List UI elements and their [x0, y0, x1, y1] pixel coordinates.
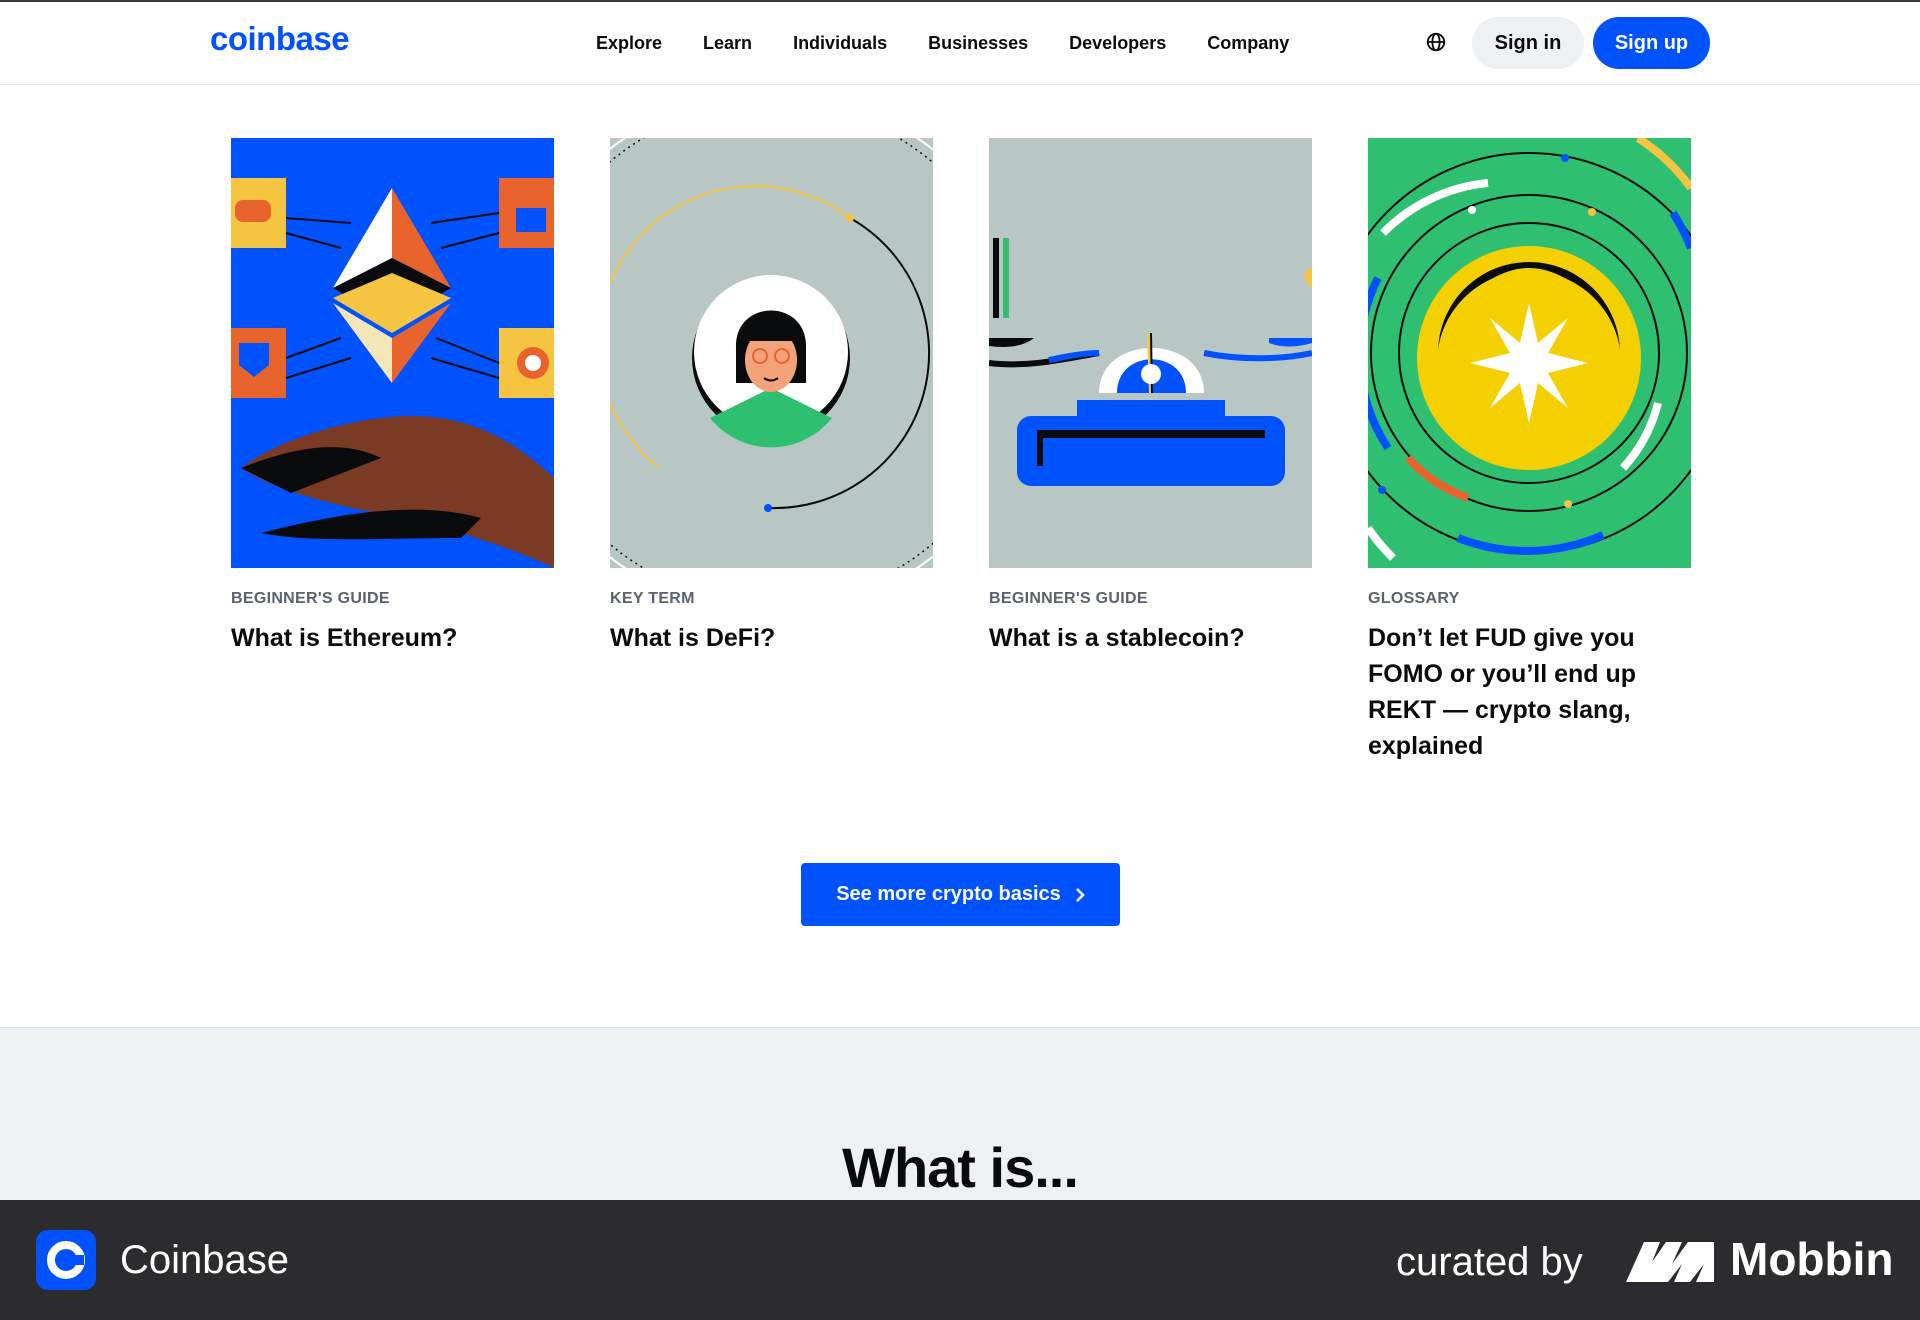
- nav-explore[interactable]: Explore: [596, 33, 662, 54]
- mobbin-brand: Mobbin: [1730, 1233, 1894, 1285]
- stablecoin-illustration: [989, 138, 1312, 568]
- nav-individuals[interactable]: Individuals: [793, 33, 887, 54]
- mobbin-footer-bar: Coinbase curated by Mobbin: [0, 1200, 1920, 1320]
- coinbase-app-icon: [36, 1230, 96, 1290]
- card-title[interactable]: Don’t let FUD give you FOMO or you’ll en…: [1368, 620, 1691, 764]
- see-more-crypto-basics-button[interactable]: See more crypto basics: [801, 863, 1120, 926]
- coinbase-logo[interactable]: coinbase: [210, 20, 350, 58]
- nav-learn[interactable]: Learn: [703, 33, 752, 54]
- card-category: BEGINNER'S GUIDE: [989, 590, 1148, 607]
- card-defi[interactable]: KEY TERM What is DeFi?: [610, 138, 933, 656]
- card-glossary[interactable]: GLOSSARY Don’t let FUD give you FOMO or …: [1368, 138, 1691, 764]
- nav-company[interactable]: Company: [1207, 33, 1289, 54]
- see-more-label: See more crypto basics: [836, 883, 1061, 905]
- section-title: What is...: [842, 1136, 1079, 1199]
- site-header: coinbase Explore Learn Individuals Busin…: [0, 2, 1920, 85]
- card-ethereum[interactable]: BEGINNER'S GUIDE What is Ethereum?: [231, 138, 554, 656]
- mobbin-logo-icon: [1626, 1242, 1714, 1282]
- nav-developers[interactable]: Developers: [1069, 33, 1166, 54]
- card-stablecoin[interactable]: BEGINNER'S GUIDE What is a stablecoin?: [989, 138, 1312, 656]
- globe-icon[interactable]: [1425, 31, 1447, 53]
- card-title[interactable]: What is Ethereum?: [231, 620, 554, 656]
- card-category: BEGINNER'S GUIDE: [231, 590, 390, 607]
- card-category: KEY TERM: [610, 590, 695, 607]
- sign-up-button[interactable]: Sign up: [1593, 17, 1710, 69]
- ethereum-illustration: [231, 138, 554, 568]
- chevron-right-icon: [1075, 887, 1085, 902]
- sign-in-button[interactable]: Sign in: [1472, 17, 1584, 69]
- nav-businesses[interactable]: Businesses: [928, 33, 1028, 54]
- card-category: GLOSSARY: [1368, 590, 1460, 607]
- card-title[interactable]: What is a stablecoin?: [989, 620, 1312, 656]
- curated-by-label: curated by: [1396, 1240, 1583, 1284]
- glossary-illustration: [1368, 138, 1691, 568]
- card-title[interactable]: What is DeFi?: [610, 620, 933, 656]
- app-name: Coinbase: [120, 1238, 290, 1282]
- defi-illustration: [610, 138, 933, 568]
- main-nav: Explore Learn Individuals Businesses Dev…: [596, 2, 1330, 84]
